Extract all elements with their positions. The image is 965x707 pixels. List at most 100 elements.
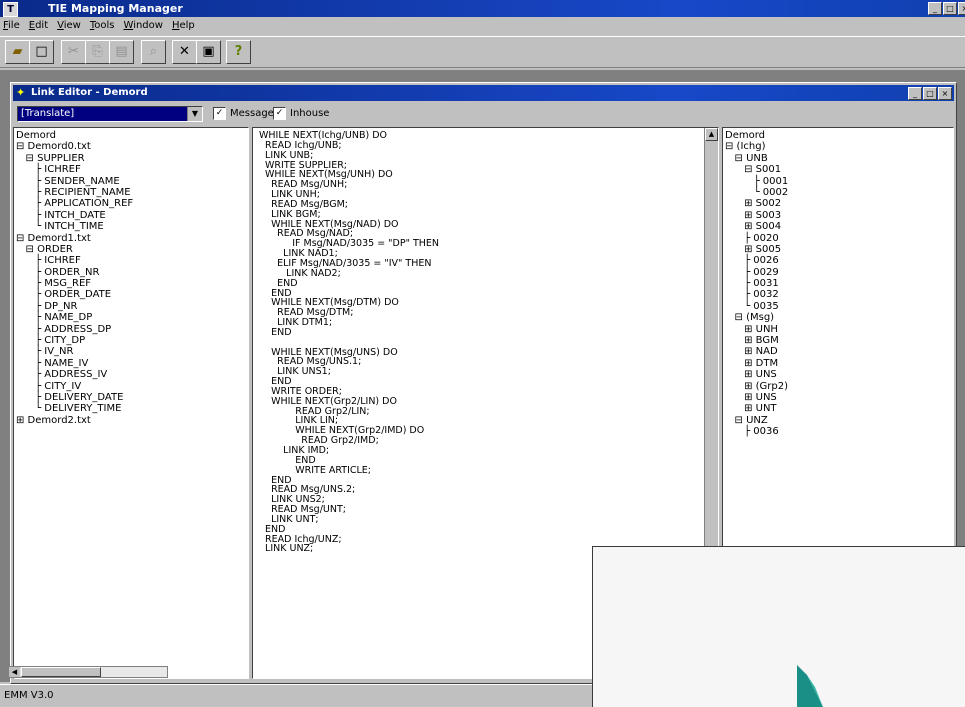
code-line[interactable]: END <box>259 328 439 338</box>
new-button[interactable]: □ <box>29 40 54 64</box>
tree-node[interactable]: ⊟ UNB <box>725 153 788 164</box>
tree-node[interactable]: ⊟ (Ichg) <box>725 141 788 152</box>
tree-node[interactable]: └ 0002 <box>725 187 789 198</box>
inhouse-checkbox-box[interactable]: ✓ <box>273 107 286 120</box>
tree-node[interactable]: ⊟ ORDER <box>16 244 133 255</box>
tree-node[interactable]: ⊞ Demord2.txt <box>16 415 133 426</box>
find-button[interactable]: ⌕ <box>141 40 166 64</box>
help-button[interactable]: ? <box>226 40 251 64</box>
message-checkbox-box[interactable]: ✓ <box>213 107 226 120</box>
tree-node[interactable]: ⊞ UNT <box>725 403 788 414</box>
open-button[interactable]: ▰ <box>5 40 30 64</box>
maximize-icon[interactable]: □ <box>943 2 957 15</box>
app-title-bar[interactable]: T TIE Mapping Manager _ □ × <box>0 0 965 17</box>
tree-node[interactable]: ⊟ SUPPLIER <box>16 153 133 164</box>
tree-node[interactable]: ├ 0026 <box>725 255 788 266</box>
tree-node[interactable]: ├ ADDRESS_IV <box>16 369 133 380</box>
tree-node[interactable]: ├ MSG_REF <box>16 278 133 289</box>
menu-tools[interactable]: Tools <box>90 18 115 34</box>
inhouse-tree-pane[interactable]: Demord ⊟ Demord0.txt ⊟ SUPPLIER ├ ICHREF … <box>13 127 249 679</box>
horizontal-scrollbar[interactable]: ◀ <box>8 666 168 678</box>
tree-node[interactable]: ├ NAME_IV <box>16 358 133 369</box>
tree-node[interactable]: ⊞ DTM <box>725 358 788 369</box>
tree-node[interactable]: Demord <box>725 130 788 141</box>
tree-node[interactable]: ├ CITY_IV <box>16 381 133 392</box>
menu-window[interactable]: Window <box>124 18 163 34</box>
tree-node[interactable]: ⊞ UNH <box>725 324 788 335</box>
tree-node[interactable]: ├ SENDER_NAME <box>16 176 133 187</box>
tree-node[interactable]: ├ 0031 <box>725 278 788 289</box>
tree-node[interactable]: ⊟ UNZ <box>725 415 788 426</box>
tree-node[interactable]: ├ 0001 <box>725 176 789 187</box>
tree-node[interactable]: ├ ORDER_NR <box>16 267 133 278</box>
tree-node[interactable]: ├ CITY_DP <box>16 335 133 346</box>
find-icon: ⌕ <box>149 44 158 59</box>
tree-node[interactable]: Demord <box>16 130 133 141</box>
tree-node[interactable]: └ 0035 <box>725 301 788 312</box>
scroll-left-icon[interactable]: ◀ <box>9 667 20 677</box>
child-window-controls: _ □ × <box>908 87 952 100</box>
tree-node[interactable]: ⊟ Demord0.txt <box>16 141 133 152</box>
tree-node[interactable]: ⊞ S002 <box>725 198 788 209</box>
close-icon[interactable]: × <box>958 2 965 15</box>
mapping-code[interactable]: WHILE NEXT(Ichg/UNB) DO READ Ichg/UNB; L… <box>259 131 439 554</box>
app-icon[interactable]: T <box>3 2 18 17</box>
tree-node[interactable]: ├ APPLICATION_REF <box>16 198 133 209</box>
tree-node[interactable]: ⊞ S003 <box>725 210 788 221</box>
tree-node[interactable]: ├ IV_NR <box>16 346 133 357</box>
code-line[interactable]: LINK UNZ; <box>259 544 439 554</box>
open-icon: ▰ <box>12 44 23 59</box>
menu-edit[interactable]: Edit <box>29 18 48 34</box>
child-minimize-icon[interactable]: _ <box>908 87 922 100</box>
properties-button[interactable]: ▣ <box>196 40 221 64</box>
tree-node[interactable]: ⊟ S001 <box>725 164 788 175</box>
chevron-down-icon[interactable]: ▼ <box>187 107 202 121</box>
child-close-icon[interactable]: × <box>938 87 952 100</box>
tree-node[interactable]: ⊞ (Grp2) <box>725 381 788 392</box>
tree-node[interactable]: ├ 0029 <box>725 267 788 278</box>
cut-button[interactable]: ✂ <box>61 40 86 64</box>
tree-node[interactable]: ⊞ BGM <box>725 335 788 346</box>
tree-node[interactable]: ├ INTCH_DATE <box>16 210 133 221</box>
message-checkbox[interactable]: ✓ Message <box>213 107 274 120</box>
tree-node[interactable]: ├ ADDRESS_DP <box>16 324 133 335</box>
tree-node[interactable]: ├ ORDER_DATE <box>16 289 133 300</box>
tree-node[interactable]: ⊟ (Msg) <box>725 312 788 323</box>
scroll-thumb[interactable] <box>21 667 101 677</box>
menu-file[interactable]: File <box>3 18 20 34</box>
tree-node[interactable]: └ INTCH_TIME <box>16 221 133 232</box>
menu-view[interactable]: View <box>57 18 81 34</box>
status-text: EMM V3.0 <box>4 690 54 701</box>
inhouse-checkbox[interactable]: ✓ Inhouse <box>273 107 329 120</box>
mode-select[interactable]: [Translate] ▼ <box>17 106 203 122</box>
tree-node[interactable]: ├ 0020 <box>725 233 788 244</box>
delete-button[interactable]: ✕ <box>172 40 197 64</box>
minimize-icon[interactable]: _ <box>928 2 942 15</box>
logo-shape-icon <box>797 665 823 707</box>
code-line[interactable]: LINK UNT; <box>259 515 439 525</box>
tree-node[interactable]: ⊞ S004 <box>725 221 788 232</box>
tree-node[interactable]: ├ RECIPIENT_NAME <box>16 187 133 198</box>
link-editor-title-bar[interactable]: ✦ Link Editor - Demord _ □ × <box>13 85 954 101</box>
app-title: TIE Mapping Manager <box>48 2 183 15</box>
tree-node[interactable]: ├ ICHREF <box>16 255 133 266</box>
tree-node[interactable]: ⊟ Demord1.txt <box>16 233 133 244</box>
tree-node[interactable]: ├ NAME_DP <box>16 312 133 323</box>
tree-node[interactable]: ├ DELIVERY_DATE <box>16 392 133 403</box>
child-maximize-icon[interactable]: □ <box>923 87 937 100</box>
tree-node[interactable]: ├ 0032 <box>725 289 788 300</box>
copy-button[interactable]: ⎘ <box>85 40 110 64</box>
tree-node[interactable]: ├ 0036 <box>725 426 788 437</box>
link-editor-icon: ✦ <box>16 86 26 99</box>
tree-node[interactable]: ├ DP_NR <box>16 301 133 312</box>
tree-node[interactable]: ⊞ UNS <box>725 369 788 380</box>
tree-node[interactable]: ├ ICHREF <box>16 164 133 175</box>
menu-help[interactable]: Help <box>172 18 195 34</box>
tree-node[interactable]: └ DELIVERY_TIME <box>16 403 133 414</box>
tree-node[interactable]: ⊞ NAD <box>725 346 788 357</box>
tree-node[interactable]: ⊞ S005 <box>725 244 788 255</box>
tree-node[interactable]: ⊞ UNS <box>725 392 788 403</box>
paste-button[interactable]: ▤ <box>109 40 134 64</box>
toolbar: ▰ □ ✂ ⎘ ▤ ⌕ ✕ ▣ ? <box>0 36 965 68</box>
scroll-up-icon[interactable]: ▲ <box>705 128 718 141</box>
